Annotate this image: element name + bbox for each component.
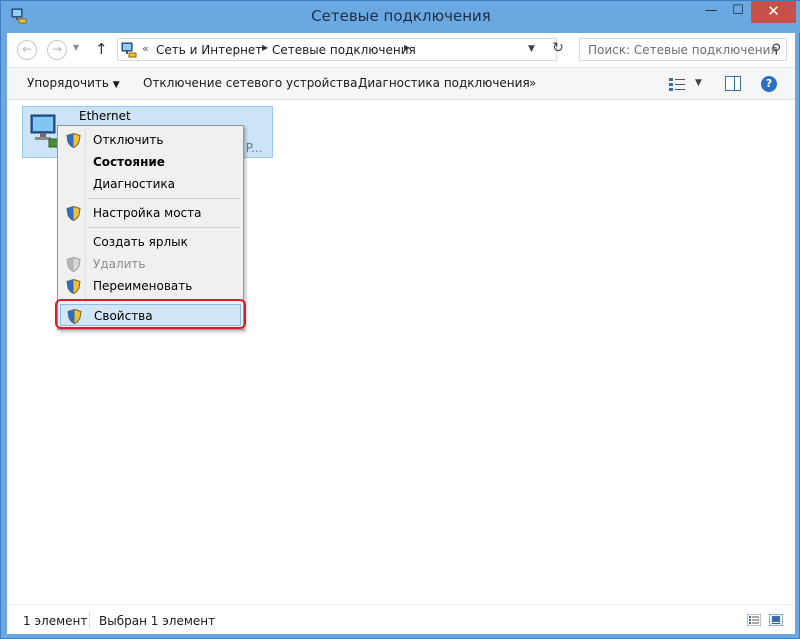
preview-pane-icon[interactable] [725,76,741,91]
breadcrumb-network-connections[interactable]: Сетевые подключения [272,43,416,57]
menu-item-delete: Удалить [60,253,241,275]
chevron-right-icon[interactable]: ▶ [262,43,268,52]
menu-item-label: Настройка моста [93,206,202,220]
network-connections-icon [121,42,137,58]
uac-shield-icon [66,206,81,221]
menu-item-bridge[interactable]: Настройка моста [60,202,241,224]
close-button[interactable]: ✕ [751,1,796,23]
menu-item-label: Переименовать [93,279,193,293]
menu-item-label: Создать ярлык [93,235,188,249]
arrow-right-icon: → [51,42,63,56]
selection-count: Выбран 1 элемент [99,614,216,628]
window-title: Сетевые подключения [311,7,491,25]
chevron-down-icon[interactable]: ▼ [695,78,702,88]
arrow-left-icon: ← [21,42,33,56]
back-button[interactable]: ← [17,40,37,60]
breadcrumb-overflow[interactable]: « [142,42,149,55]
item-count: 1 элемент [23,614,88,628]
chevron-right-icon[interactable]: ▶ [404,43,410,52]
navigation-bar: ← → ▼ ↑ « Сеть и Интернет ▶ Сетевые подк… [7,33,795,67]
chevron-down-icon: ▼ [73,43,80,52]
change-view-icon[interactable] [669,77,685,91]
up-button[interactable]: ↑ [95,40,108,58]
search-icon[interactable]: ⚲ [771,42,781,57]
breadcrumb-network-internet[interactable]: Сеть и Интернет [156,43,262,57]
disable-device-button[interactable]: Отключение сетевого устройства [143,76,357,90]
search-input[interactable]: Поиск: Сетевые подключения [588,43,778,57]
details-view-icon[interactable] [747,614,761,626]
arrow-up-icon: ↑ [95,40,108,58]
chevron-down-icon[interactable]: ▼ [528,44,535,54]
recent-locations-dropdown[interactable]: ▼ [73,43,79,52]
annotation-highlight [55,299,246,329]
more-commands-button[interactable]: » [529,76,536,90]
uac-shield-icon [66,279,81,294]
status-bar: 1 элемент Выбран 1 элемент [7,604,795,634]
refresh-icon[interactable]: ↻ [548,40,568,60]
menu-item-label: Состояние [93,155,165,169]
connection-name: Ethernet [79,109,131,123]
menu-item-disable[interactable]: Отключить [60,129,241,151]
minimize-button[interactable]: — [697,1,725,23]
menu-item-status[interactable]: Состояние [60,151,241,173]
large-icons-view-icon[interactable] [769,614,783,626]
command-bar: Упорядочить ▼ Отключение сетевого устрой… [7,67,795,100]
address-bar[interactable]: « Сеть и Интернет ▶ Сетевые подключения … [117,38,564,61]
menu-item-create-shortcut[interactable]: Создать ярлык [60,231,241,253]
chevron-down-icon: ▼ [112,80,120,90]
diagnose-connection-button[interactable]: Диагностика подключения [358,76,530,90]
explorer-window: Сетевые подключения — ☐ ✕ ← → ▼ ↑ « Сеть… [0,0,800,639]
menu-item-rename[interactable]: Переименовать [60,275,241,297]
uac-shield-icon [66,257,81,272]
organize-label: Упорядочить [27,76,109,90]
uac-shield-icon [66,133,81,148]
menu-separator [88,227,240,228]
help-icon[interactable]: ? [761,76,777,92]
search-box[interactable]: Поиск: Сетевые подключения ⚲ [579,38,787,61]
menu-item-label: Удалить [93,257,146,271]
menu-item-label: Диагностика [93,177,176,191]
title-bar[interactable]: Сетевые подключения — ☐ ✕ [1,1,800,33]
maximize-button[interactable]: ☐ [725,1,751,23]
menu-separator [88,198,240,199]
forward-button[interactable]: → [47,40,67,60]
status-divider [89,612,90,628]
organize-button[interactable]: Упорядочить ▼ [27,76,120,90]
menu-item-diagnose[interactable]: Диагностика [60,173,241,195]
menu-item-label: Отключить [93,133,164,147]
